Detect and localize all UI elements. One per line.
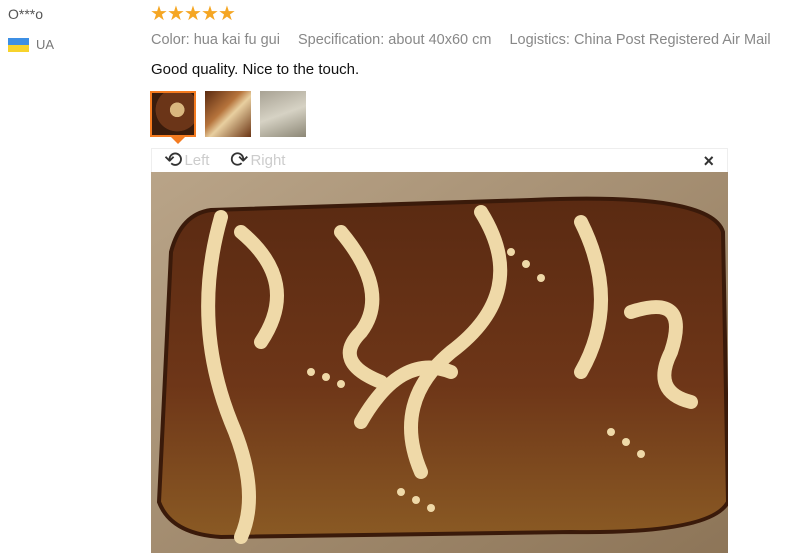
country-code: UA [36,37,55,52]
review-photo [151,172,728,553]
rotate-right-button[interactable]: ⟳ Right [230,149,285,171]
rotate-left-button[interactable]: ⟲ Left [164,149,209,171]
star-icon: ★ [184,3,202,25]
star-rating: ★ ★ ★ ★ ★ [150,3,236,25]
rotate-left-label: Left [184,151,210,169]
rotate-right-icon: ⟳ [230,147,249,172]
logistics-attribute: Logistics: China Post Registered Air Mai… [509,32,771,48]
thumbnail-2[interactable] [205,91,251,137]
selected-caret-icon [171,137,185,144]
photo-thumbnails [150,91,315,137]
ukraine-flag-icon [8,37,29,52]
color-attribute: Color: hua kai fu gui [151,32,280,48]
rug-photo-image [151,172,728,553]
specification-attribute: Specification: about 40x60 cm [298,32,492,48]
rotate-left-icon: ⟲ [164,147,183,172]
reviewer-country: UA [8,37,54,52]
close-icon[interactable]: × [703,151,714,172]
star-icon: ★ [150,3,168,25]
thumbnail-3[interactable] [260,91,306,137]
order-attributes: Color: hua kai fu gui Specification: abo… [151,32,785,48]
reviewer-name: O***o [8,6,44,22]
star-icon: ★ [201,3,219,25]
review-text: Good quality. Nice to the touch. [151,61,360,78]
viewer-toolbar: ⟲ Left ⟳ Right × [151,148,728,172]
rotate-right-label: Right [250,151,286,169]
star-icon: ★ [218,3,236,25]
thumbnail-1[interactable] [150,91,196,137]
star-icon: ★ [167,3,185,25]
